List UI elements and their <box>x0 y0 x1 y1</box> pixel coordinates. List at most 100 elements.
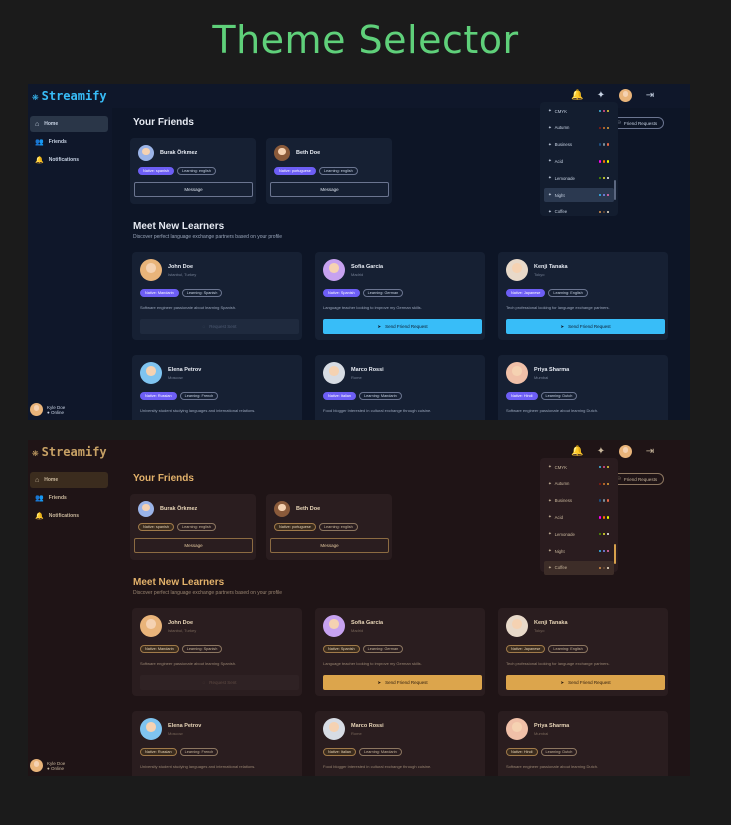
theme-option-label: CMYK <box>554 108 568 114</box>
native-language-badge: Native: Japanese <box>506 289 546 297</box>
learner-avatar <box>323 259 345 281</box>
theme-option-night[interactable]: ✦ Night <box>544 188 614 202</box>
learner-location: Rome <box>351 374 362 380</box>
sidebar-item-label: Home <box>44 121 59 127</box>
theme-option-business[interactable]: ✦ Business <box>544 138 614 152</box>
theme-option-acid[interactable]: ✦ Acid <box>544 154 614 168</box>
logout-icon[interactable]: ⇥ <box>644 90 656 102</box>
message-button[interactable]: Message <box>270 182 389 197</box>
learner-card: Kenji Tanaka Tokyo Native: Japanese Learnin… <box>498 608 668 696</box>
send-friend-request-button[interactable]: ➤ Send Friend Request <box>506 675 665 690</box>
learner-location: Moscow <box>168 374 183 380</box>
theme-option-lemonade[interactable]: ✦ Lemonade <box>544 171 614 185</box>
theme-option-cmyk[interactable]: ✦ CMYK <box>544 104 614 118</box>
sidebar-item-label: Notifications <box>48 513 79 519</box>
button-label: Send Friend Request <box>385 324 428 329</box>
theme-option-label: Acid <box>554 514 563 520</box>
page-title: Theme Selector <box>212 18 519 62</box>
notification-bell-icon[interactable]: 🔔 <box>571 446 583 458</box>
learner-location: Mumbai <box>534 730 549 736</box>
theme-swatch-dot <box>606 109 609 113</box>
sidebar-user: Kyle Doe ● Online <box>30 403 65 416</box>
learners-heading: Meet New Learners <box>133 221 225 232</box>
theme-swatch-dot <box>606 210 609 214</box>
request-sent-button[interactable]: ◌ Request Sent <box>140 675 299 690</box>
learner-card: Kenji Tanaka Tokyo Native: Japanese Learnin… <box>498 252 668 340</box>
send-friend-request-button[interactable]: ➤ Send Friend Request <box>506 319 665 334</box>
theme-swatch <box>598 109 609 113</box>
sidebar-item-friends[interactable]: 👥 Friends <box>30 134 108 150</box>
friend-requests-button[interactable]: ⚇ Friend Requests <box>610 473 665 485</box>
send-friend-request-button[interactable]: ➤ Send Friend Request <box>323 319 482 334</box>
native-language-badge: Native: Spanish <box>323 645 360 653</box>
theme-option-label: Autumn <box>554 481 570 487</box>
learner-location: Mumbai <box>534 374 549 380</box>
sidebar-item-friends[interactable]: 👥 Friends <box>30 490 108 506</box>
theme-option-autumn[interactable]: ✦ Autumn <box>544 121 614 135</box>
theme-swatch-dot <box>602 516 605 519</box>
palette-icon: ✦ <box>548 158 552 164</box>
palette-icon[interactable]: ✦ <box>595 90 607 102</box>
learner-name: John Doe <box>168 619 194 626</box>
home-icon: ⌂ <box>35 120 40 128</box>
notification-bell-icon[interactable]: 🔔 <box>571 90 583 102</box>
sidebar-user-name: Kyle Doe <box>47 404 66 410</box>
theme-option-night[interactable]: ✦ Night <box>544 544 614 558</box>
request-sent-button[interactable]: ◌ Request Sent <box>140 319 299 334</box>
friend-avatar <box>274 145 290 161</box>
theme-swatch-dot <box>606 160 609 163</box>
theme-option-lemonade[interactable]: ✦ Lemonade <box>544 527 614 541</box>
learner-bio: Software engineer passionate about learn… <box>140 305 237 310</box>
message-button[interactable]: Message <box>270 538 389 553</box>
learner-bio: Software engineer passionate about learn… <box>506 408 599 413</box>
users-icon: 👥 <box>35 495 44 502</box>
users-icon: 👥 <box>35 139 44 146</box>
learning-language-badge: Learning: English <box>548 645 588 653</box>
learning-language-badge: Learning: english <box>318 523 358 531</box>
friend-name: Beth Doe <box>296 506 321 512</box>
theme-option-acid[interactable]: ✦ Acid <box>544 510 614 524</box>
native-language-badge: Native: portuguese <box>274 167 316 175</box>
sidebar-item-home[interactable]: ⌂ Home <box>30 116 108 132</box>
friend-requests-button[interactable]: ⚇ Friend Requests <box>610 117 665 129</box>
theme-dropdown[interactable]: ✦ CMYK ✦ Autumn ✦ Business ✦ Acid ✦ Lemonade ✦ Nigh… <box>540 102 618 216</box>
learner-bio: Language teacher looking to improve my G… <box>323 305 422 310</box>
theme-option-autumn[interactable]: ✦ Autumn <box>544 477 614 491</box>
sidebar-user-avatar <box>30 403 43 416</box>
palette-icon: ✦ <box>548 192 552 197</box>
sidebar-user-status: ● Online <box>47 409 64 415</box>
palette-icon[interactable]: ✦ <box>595 446 607 458</box>
message-button[interactable]: Message <box>134 182 253 197</box>
theme-option-label: Coffee <box>554 209 568 215</box>
theme-swatch <box>598 482 609 486</box>
sidebar-user: Kyle Doe ● Online <box>30 759 65 772</box>
user-avatar[interactable] <box>619 89 632 102</box>
theme-swatch-dot <box>602 176 605 180</box>
sidebar-user-avatar <box>30 759 43 772</box>
send-icon: ➤ <box>560 323 565 329</box>
logout-icon[interactable]: ⇥ <box>644 446 656 458</box>
theme-option-coffee[interactable]: ✦ Coffee <box>544 205 614 219</box>
learning-language-badge: Learning: Spanish <box>181 645 223 653</box>
friends-heading: Your Friends <box>133 473 194 484</box>
theme-option-coffee[interactable]: ✦ Coffee <box>544 560 614 575</box>
learner-location: Madrid <box>351 627 364 633</box>
learner-card: Priya Sharma Mumbai Native: Hindi Learning:… <box>498 711 668 776</box>
theme-option-cmyk[interactable]: ✦ CMYK <box>544 460 614 474</box>
app-logo[interactable]: ❋ Streamify <box>32 445 107 459</box>
app-logo[interactable]: ❋ Streamify <box>32 89 107 103</box>
message-button[interactable]: Message <box>134 538 253 553</box>
dropdown-scrollbar[interactable] <box>614 544 616 564</box>
native-language-badge: Native: spanish <box>138 167 174 175</box>
theme-swatch-dot <box>602 499 605 502</box>
sidebar-item-notifications[interactable]: 🔔 Notifications <box>30 152 108 168</box>
theme-option-business[interactable]: ✦ Business <box>544 494 614 508</box>
friend-card: Beth Doe Native: portuguese Learning: engl… <box>266 138 392 204</box>
user-avatar[interactable] <box>619 445 632 458</box>
sidebar-item-home[interactable]: ⌂ Home <box>30 472 108 488</box>
send-friend-request-button[interactable]: ➤ Send Friend Request <box>323 675 482 690</box>
theme-swatch <box>598 193 609 197</box>
sidebar-item-notifications[interactable]: 🔔 Notifications <box>30 508 108 524</box>
theme-dropdown[interactable]: ✦ CMYK ✦ Autumn ✦ Business ✦ Acid ✦ Lemonade ✦ Nigh… <box>540 458 618 575</box>
dropdown-scrollbar[interactable] <box>614 180 616 200</box>
